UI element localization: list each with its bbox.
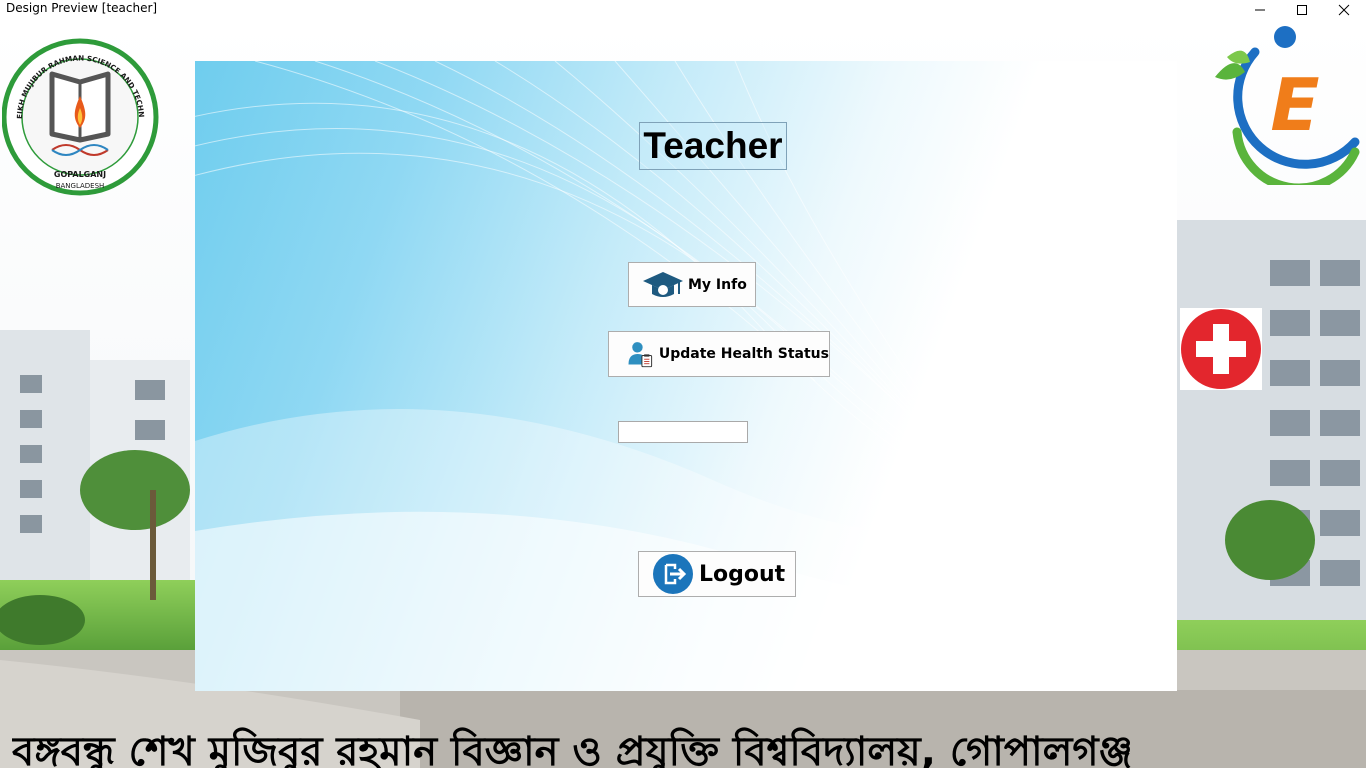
brand-letter: E [1270, 63, 1319, 147]
user-clipboard-icon [628, 342, 653, 368]
status-text-field[interactable] [618, 421, 748, 443]
my-info-label: My Info [688, 276, 747, 293]
logout-button[interactable]: Logout [638, 551, 796, 597]
maximize-icon [1297, 5, 1307, 15]
seal-country-text: BANGLADESH [56, 182, 105, 190]
brand-e-logo: E [1205, 22, 1363, 193]
university-name-text: বঙ্গবন্ধু শেখ মুজিবুর রহমান বিজ্ঞান ও প্… [12, 729, 1133, 768]
update-health-status-label: Update Health Status [658, 346, 829, 362]
window-title: Design Preview [teacher] [6, 1, 158, 15]
update-health-status-button[interactable]: Update Health Status [608, 331, 830, 377]
left-building [0, 330, 195, 650]
my-info-button[interactable]: My Info [628, 262, 756, 307]
minimize-button[interactable] [1238, 0, 1282, 20]
minimize-icon [1255, 9, 1265, 11]
page-title: Teacher [639, 122, 787, 170]
logout-icon [653, 554, 693, 594]
logout-label: Logout [699, 561, 786, 587]
close-icon [1338, 4, 1350, 16]
graduation-cap-icon [643, 271, 683, 297]
maximize-button[interactable] [1280, 0, 1324, 20]
window-titlebar: Design Preview [teacher] [0, 0, 1366, 20]
medical-cross-icon [1180, 308, 1262, 390]
university-name-footer: বঙ্গবন্ধু শেখ মুজিবুর রহমান বিজ্ঞান ও প্… [12, 724, 1366, 768]
university-seal-logo: BANGABANDHU SHEIKH MUJIBUR RAHMAN SCIENC… [0, 17, 159, 210]
close-button[interactable] [1322, 0, 1366, 20]
seal-city-text: GOPALGANJ [54, 170, 106, 179]
